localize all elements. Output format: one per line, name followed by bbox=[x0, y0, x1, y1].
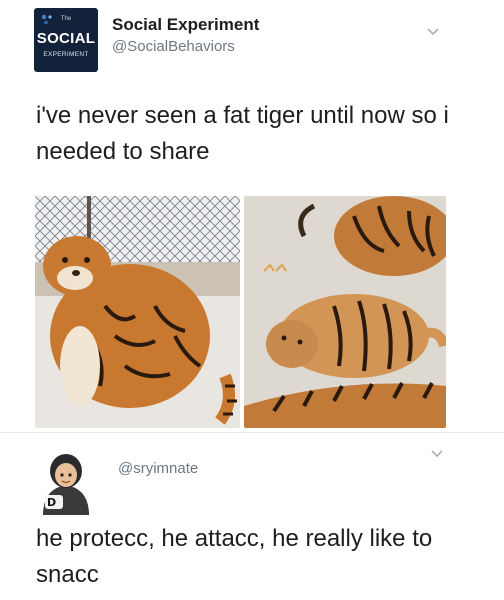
social-experiment-avatar[interactable]: The SOCIAL EXPERIMENT bbox=[34, 8, 98, 72]
svg-text:D: D bbox=[47, 496, 56, 509]
logo-small-word: The bbox=[60, 16, 72, 22]
chevron-down-icon[interactable] bbox=[431, 450, 443, 458]
reply-user-handle[interactable]: @sryimnate bbox=[118, 460, 198, 477]
logo-brand-line2: EXPERIMENT bbox=[43, 51, 89, 58]
tweet-original: The SOCIAL EXPERIMENT Social Experiment … bbox=[0, 0, 504, 432]
tweet-reply: D @sryimnate he protecc, he attacc, he r… bbox=[0, 433, 504, 600]
sryimnate-avatar[interactable]: D bbox=[33, 449, 99, 515]
reply-text: he protecc, he attacc, he really like to… bbox=[36, 525, 433, 588]
fat-tiger-lying-photo[interactable] bbox=[244, 196, 446, 428]
display-name[interactable]: Social Experiment bbox=[112, 15, 259, 35]
tweet-text: i've never seen a fat tiger until now so… bbox=[36, 102, 449, 165]
chevron-down-icon[interactable] bbox=[427, 28, 439, 36]
logo-brand-line1: SOCIAL bbox=[36, 30, 96, 47]
user-handle[interactable]: @SocialBehaviors bbox=[112, 38, 235, 55]
fat-tiger-sitting-photo[interactable] bbox=[35, 196, 240, 428]
